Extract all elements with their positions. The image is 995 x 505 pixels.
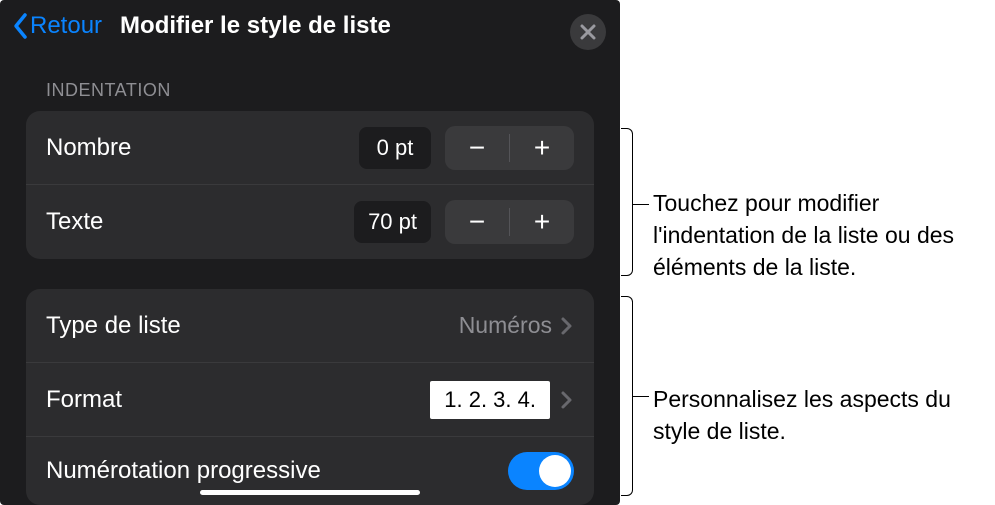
number-indent-row: Nombre 0 pt − + bbox=[26, 111, 594, 185]
annotations: Touchez pour modifier l'indentation de l… bbox=[635, 0, 995, 505]
text-indent-decrease[interactable]: − bbox=[445, 200, 509, 244]
style-bracket bbox=[621, 296, 633, 496]
list-type-value: Numéros bbox=[459, 312, 552, 339]
back-label: Retour bbox=[30, 12, 102, 40]
style-callout: Personnalisez les aspects du style de li… bbox=[653, 383, 995, 447]
close-button[interactable] bbox=[570, 14, 606, 50]
panel-header: Retour Modifier le style de liste bbox=[0, 0, 620, 52]
indentation-callout: Touchez pour modifier l'indentation de l… bbox=[653, 187, 995, 284]
chevron-right-icon bbox=[560, 316, 574, 336]
toggle-knob bbox=[539, 455, 571, 487]
panel-title: Modifier le style de liste bbox=[120, 12, 391, 40]
text-indent-stepper: − + bbox=[445, 200, 574, 244]
number-indent-value[interactable]: 0 pt bbox=[359, 127, 431, 169]
number-indent-stepper: − + bbox=[445, 126, 574, 170]
text-indent-label: Texte bbox=[46, 208, 354, 236]
indentation-group: Nombre 0 pt − + Texte 70 pt − + bbox=[26, 111, 594, 259]
number-indent-label: Nombre bbox=[46, 134, 359, 162]
callout-line-1 bbox=[633, 204, 649, 205]
number-indent-increase[interactable]: + bbox=[510, 126, 574, 170]
panel-content: INDENTATION Nombre 0 pt − + Texte 70 pt … bbox=[0, 52, 620, 505]
text-indent-value[interactable]: 70 pt bbox=[354, 201, 431, 243]
chevron-left-icon bbox=[12, 12, 28, 40]
list-type-row[interactable]: Type de liste Numéros bbox=[26, 289, 594, 363]
indentation-bracket bbox=[621, 128, 633, 276]
number-indent-decrease[interactable]: − bbox=[445, 126, 509, 170]
text-indent-row: Texte 70 pt − + bbox=[26, 185, 594, 259]
home-indicator bbox=[200, 490, 420, 495]
format-label: Format bbox=[46, 386, 430, 414]
chevron-right-icon bbox=[560, 390, 574, 410]
list-settings-group: Type de liste Numéros Format 1. 2. 3. 4.… bbox=[26, 289, 594, 505]
back-button[interactable]: Retour bbox=[12, 12, 102, 40]
settings-panel: Retour Modifier le style de liste INDENT… bbox=[0, 0, 620, 505]
format-row[interactable]: Format 1. 2. 3. 4. bbox=[26, 363, 594, 437]
text-indent-increase[interactable]: + bbox=[510, 200, 574, 244]
indentation-section-header: INDENTATION bbox=[0, 52, 620, 111]
progressive-numbering-label: Numérotation progressive bbox=[46, 457, 508, 485]
callout-line-2 bbox=[633, 396, 649, 397]
format-preview: 1. 2. 3. 4. bbox=[430, 381, 550, 419]
close-icon bbox=[580, 24, 596, 40]
list-type-label: Type de liste bbox=[46, 312, 459, 340]
progressive-numbering-toggle[interactable] bbox=[508, 452, 574, 490]
